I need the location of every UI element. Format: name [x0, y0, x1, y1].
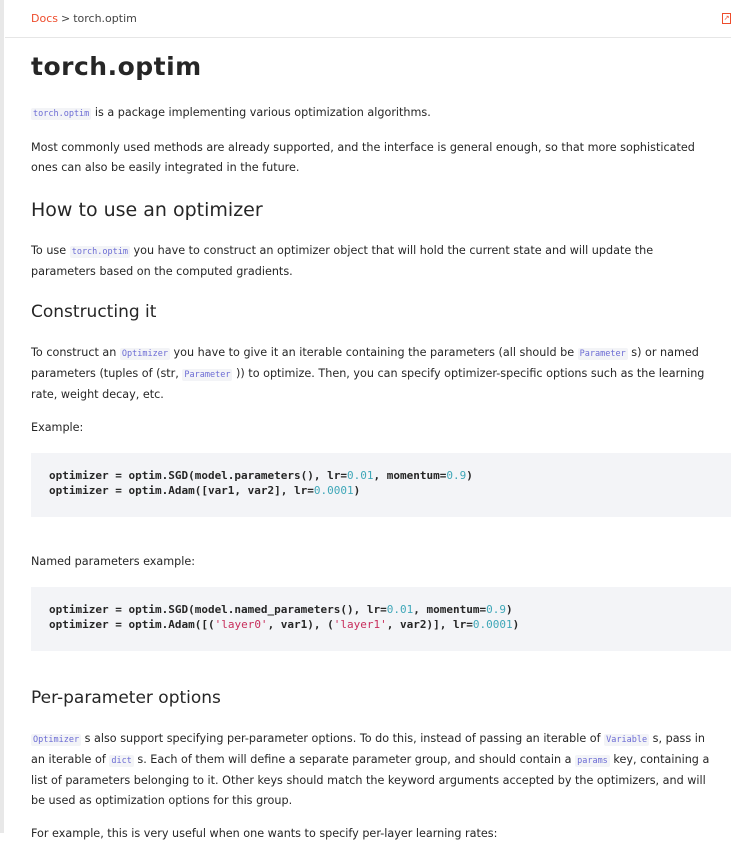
per-param-next-paragraph: For example, this is very useful when on…	[31, 827, 498, 840]
breadcrumb-current: torch.optim	[73, 12, 137, 25]
per-param-text-3: s. Each of them will define a separate p…	[133, 753, 576, 766]
example-label: Example:	[31, 421, 84, 434]
methods-paragraph: Most commonly used methods are already s…	[31, 141, 695, 174]
heading-how-to-use: How to use an optimizer	[31, 199, 263, 221]
inline-code-parameter[interactable]: Parameter	[577, 348, 628, 360]
heading-constructing: Constructing it	[31, 302, 157, 322]
code-line: optimizer = optim.Adam([var1, var2], lr=…	[49, 483, 361, 497]
code-line: optimizer = optim.Adam([('layer0', var1)…	[49, 617, 520, 631]
page-title: torch.optim	[31, 52, 202, 81]
code-block-named-params: optimizer = optim.SGD(model.named_parame…	[31, 587, 731, 651]
inline-code-parameter-2[interactable]: Parameter	[182, 369, 233, 381]
inline-code-torch-optim[interactable]: torch.optim	[31, 108, 92, 120]
inline-code-params[interactable]: params	[575, 755, 610, 767]
breadcrumb: Docs > torch.optim	[31, 12, 137, 25]
how-to-text-1: To use	[31, 244, 70, 257]
inline-code-torch-optim-2[interactable]: torch.optim	[69, 246, 130, 258]
intro-text: is a package implementing various optimi…	[91, 106, 431, 119]
intro-paragraph: torch.optim is a package implementing va…	[31, 103, 721, 124]
heading-per-parameter: Per-parameter options	[31, 688, 221, 708]
external-link-icon[interactable]: ↗	[722, 13, 731, 24]
code-line: optimizer = optim.SGD(model.named_parame…	[49, 603, 513, 616]
inline-code-optimizer-2[interactable]: Optimizer	[31, 734, 82, 746]
constructing-text-2: you have to give it an iterable containi…	[169, 346, 578, 359]
top-bar: Docs > torch.optim ↗	[5, 0, 731, 38]
named-params-label: Named parameters example:	[31, 555, 196, 568]
breadcrumb-docs-link[interactable]: Docs	[31, 12, 58, 25]
inline-code-optimizer[interactable]: Optimizer	[119, 348, 170, 360]
code-line: optimizer = optim.SGD(model.parameters()…	[49, 469, 473, 482]
inline-code-dict[interactable]: dict	[109, 755, 134, 767]
constructing-paragraph: To construct an Optimizer you have to gi…	[31, 343, 721, 405]
left-border	[0, 0, 4, 833]
breadcrumb-separator: >	[60, 12, 71, 25]
inline-code-variable[interactable]: Variable	[604, 734, 650, 746]
per-param-paragraph: Optimizer s also support specifying per-…	[31, 729, 721, 811]
constructing-text-1: To construct an	[31, 346, 120, 359]
per-param-text-1: s also support specifying per-parameter …	[81, 732, 605, 745]
code-block-example: optimizer = optim.SGD(model.parameters()…	[31, 453, 731, 517]
how-to-paragraph: To use torch.optim you have to construct…	[31, 241, 721, 282]
